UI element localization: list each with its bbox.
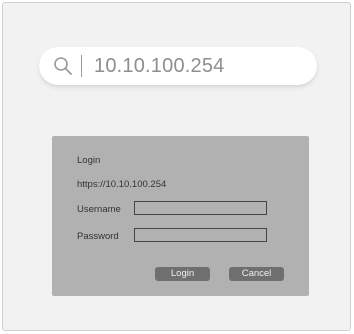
username-field[interactable]: [134, 201, 267, 215]
dialog-title: Login: [77, 155, 101, 166]
password-label: Password: [77, 231, 119, 242]
username-label: Username: [77, 204, 121, 215]
address-bar-url[interactable]: 10.10.100.254: [94, 55, 225, 78]
browser-window: 10.10.100.254 Login https://10.10.100.25…: [2, 2, 351, 331]
dialog-url: https://10.10.100.254: [77, 179, 167, 190]
search-icon: [54, 57, 72, 75]
address-bar-divider: [81, 55, 82, 77]
address-bar[interactable]: 10.10.100.254: [39, 47, 317, 85]
cancel-button[interactable]: Cancel: [229, 267, 284, 281]
login-dialog: Login https://10.10.100.254 Username Pas…: [52, 136, 309, 296]
login-button[interactable]: Login: [155, 267, 210, 281]
password-field[interactable]: [134, 228, 267, 242]
